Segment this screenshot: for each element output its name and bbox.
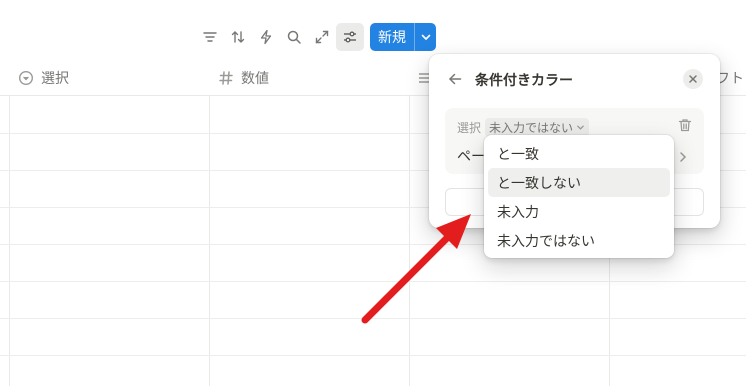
column-label: 選択 [41,71,69,87]
close-icon[interactable] [683,69,703,89]
column-header-select[interactable]: 選択 [18,60,69,96]
column-header-partial[interactable]: フト [716,60,744,96]
new-button[interactable]: 新規 [370,23,436,51]
column-divider [209,96,210,386]
column-label: 数値 [241,71,269,87]
select-icon [18,70,34,86]
panel-title: 条件付きカラー [475,73,573,89]
column-label: フト [716,71,744,87]
settings-icon[interactable] [336,23,364,51]
expand-icon[interactable] [308,23,336,51]
row-divider [0,318,746,319]
sort-icon[interactable] [224,23,252,51]
trash-icon[interactable] [678,117,692,136]
column-divider [9,96,10,386]
chevron-right-icon[interactable] [678,148,688,167]
search-icon[interactable] [280,23,308,51]
column-header-number[interactable]: 数値 [218,60,269,96]
automation-icon[interactable] [252,23,280,51]
chevron-down-icon [577,125,584,130]
rule-target[interactable]: ペー [457,146,485,166]
condition-value: 未入力ではない [489,121,574,135]
row-divider [0,355,746,356]
chevron-down-icon[interactable] [414,23,436,51]
menu-item-is-not-empty[interactable]: 未入力ではない [488,226,670,255]
back-arrow-icon[interactable] [447,71,463,91]
menu-item-not-equals[interactable]: と一致しない [488,168,670,197]
column-divider [409,96,410,386]
menu-item-equals[interactable]: と一致 [488,139,670,168]
hash-icon [218,70,234,86]
condition-menu: と一致 と一致しない 未入力 未入力ではない [484,135,674,258]
row-divider [0,281,746,282]
menu-item-is-empty[interactable]: 未入力 [488,197,670,226]
rule-property: 選択 [457,121,482,135]
filter-icon[interactable] [196,23,224,51]
new-button-label[interactable]: 新規 [370,23,414,51]
view-toolbar: 新規 [196,22,436,52]
